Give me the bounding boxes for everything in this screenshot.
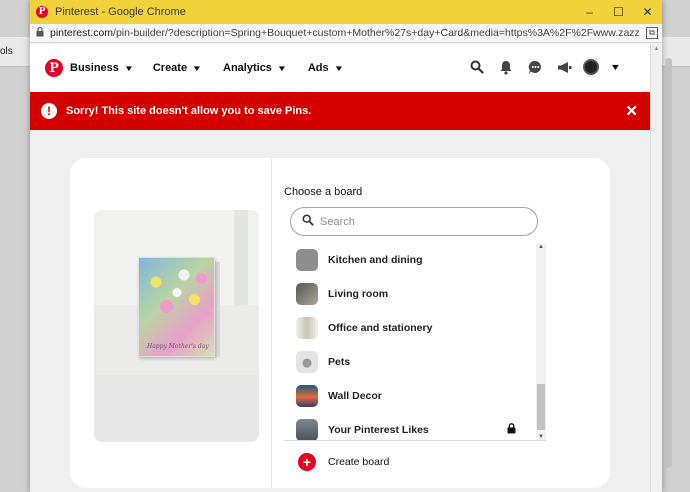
create-board-label: Create board bbox=[328, 456, 390, 468]
megaphone-icon[interactable] bbox=[555, 58, 573, 76]
create-board-button[interactable]: + Create board bbox=[284, 445, 546, 479]
background-tab-text: ols bbox=[0, 46, 13, 57]
greeting-card-image: Happy Mother's day bbox=[138, 257, 215, 357]
board-item-kitchen-and-dining[interactable]: Kitchen and dining bbox=[284, 244, 536, 277]
nav-business-label: Business bbox=[70, 62, 119, 74]
nav-analytics[interactable]: Analytics ▼ bbox=[223, 62, 288, 74]
board-thumbnail bbox=[296, 419, 318, 440]
board-name: Kitchen and dining bbox=[328, 254, 423, 266]
list-divider bbox=[284, 440, 546, 441]
board-name: Wall Decor bbox=[328, 390, 382, 402]
card-divider bbox=[271, 158, 272, 488]
main-content: Happy Mother's day Choose a board Kitche bbox=[30, 130, 650, 492]
error-banner: ! Sorry! This site doesn't allow you to … bbox=[30, 92, 650, 130]
window-scrollbar-thumb[interactable] bbox=[665, 58, 672, 468]
flower-bouquet-art bbox=[142, 261, 212, 331]
glass-vase bbox=[234, 210, 248, 315]
nav-ads[interactable]: Ads ▼ bbox=[307, 62, 344, 74]
chevron-down-icon: ▼ bbox=[191, 63, 203, 73]
nav-create[interactable]: Create ▼ bbox=[152, 62, 203, 74]
search-icon[interactable] bbox=[468, 58, 486, 76]
popup-window: P Pinterest - Google Chrome – ☐ ✕ pinter… bbox=[30, 0, 672, 492]
choose-board-title: Choose a board bbox=[284, 186, 363, 198]
close-window-button[interactable]: ✕ bbox=[633, 0, 662, 24]
avatar[interactable] bbox=[583, 59, 600, 75]
board-name: Pets bbox=[328, 356, 351, 368]
board-picker: Choose a board Kitchen and dining Living… bbox=[284, 158, 546, 488]
address-bar[interactable]: pinterest.com/pin-builder/?description=S… bbox=[30, 24, 662, 43]
board-list-scrollbar-thumb[interactable] bbox=[537, 384, 545, 430]
messages-icon[interactable] bbox=[526, 58, 544, 76]
nav-business[interactable]: Business ▼ bbox=[70, 62, 135, 74]
url-text[interactable]: pinterest.com/pin-builder/?description=S… bbox=[50, 27, 640, 39]
board-list-scrollbar[interactable]: ▲ ▼ bbox=[536, 244, 546, 440]
window-titlebar[interactable]: P Pinterest - Google Chrome – ☐ ✕ bbox=[30, 0, 662, 24]
board-name: Office and stationery bbox=[328, 322, 433, 334]
card-script-text: Happy Mother's day bbox=[147, 343, 209, 350]
nav-create-label: Create bbox=[152, 62, 188, 74]
page-icon[interactable]: ⧉ bbox=[646, 27, 658, 39]
pinterest-favicon-icon: P bbox=[36, 6, 48, 18]
board-search-field[interactable] bbox=[290, 207, 538, 236]
search-icon bbox=[302, 214, 314, 229]
preview-scene: Happy Mother's day bbox=[94, 210, 259, 375]
pin-builder-card: Happy Mother's day Choose a board Kitche bbox=[70, 158, 610, 488]
window-controls: – ☐ ✕ bbox=[575, 0, 662, 24]
close-icon[interactable]: ✕ bbox=[625, 102, 638, 120]
lock-icon bbox=[507, 423, 516, 436]
board-name: Living room bbox=[328, 288, 389, 300]
nav-ads-label: Ads bbox=[307, 62, 329, 74]
board-thumbnail bbox=[296, 385, 318, 407]
scroll-up-arrow-icon[interactable]: ▲ bbox=[651, 46, 662, 52]
nav-analytics-label: Analytics bbox=[223, 62, 272, 74]
chevron-down-icon: ▼ bbox=[333, 63, 344, 73]
error-message: Sorry! This site doesn't allow you to sa… bbox=[66, 105, 312, 117]
board-item-office-and-stationery[interactable]: Office and stationery bbox=[284, 311, 536, 345]
lock-icon bbox=[36, 26, 48, 39]
board-item-your-pinterest-likes[interactable]: Your Pinterest Likes bbox=[284, 413, 536, 440]
account-chevron-down-icon[interactable]: ▼ bbox=[610, 62, 622, 72]
board-thumbnail bbox=[296, 283, 318, 305]
minimize-button[interactable]: – bbox=[575, 0, 604, 24]
board-thumbnail bbox=[296, 317, 318, 339]
board-item-living-room[interactable]: Living room bbox=[284, 277, 536, 311]
board-list: Kitchen and dining Living room Office an… bbox=[284, 244, 546, 440]
maximize-button[interactable]: ☐ bbox=[604, 0, 633, 24]
alert-icon: ! bbox=[41, 103, 57, 119]
chevron-down-icon: ▼ bbox=[276, 63, 288, 73]
notifications-icon[interactable] bbox=[497, 58, 515, 76]
window-scrollbar[interactable]: ▲ bbox=[650, 44, 672, 492]
board-item-wall-decor[interactable]: Wall Decor bbox=[284, 379, 536, 413]
board-thumbnail bbox=[296, 249, 318, 271]
window-title: Pinterest - Google Chrome bbox=[55, 6, 186, 18]
board-name: Your Pinterest Likes bbox=[328, 424, 429, 436]
board-item-pets[interactable]: Pets bbox=[284, 345, 536, 379]
board-search-input[interactable] bbox=[320, 215, 520, 228]
header-icons: ▼ bbox=[457, 58, 622, 76]
pin-image-preview: Happy Mother's day bbox=[94, 210, 259, 442]
board-thumbnail bbox=[296, 351, 318, 373]
pinterest-logo-icon[interactable]: P bbox=[45, 59, 63, 77]
pinterest-header: P Business ▼ Create ▼ Analytics ▼ Ads ▼ bbox=[30, 44, 650, 92]
scroll-up-arrow-icon[interactable]: ▲ bbox=[538, 244, 544, 250]
chevron-down-icon: ▼ bbox=[123, 63, 135, 73]
plus-icon: + bbox=[298, 453, 316, 471]
background-tab-strip: ols bbox=[0, 37, 30, 67]
